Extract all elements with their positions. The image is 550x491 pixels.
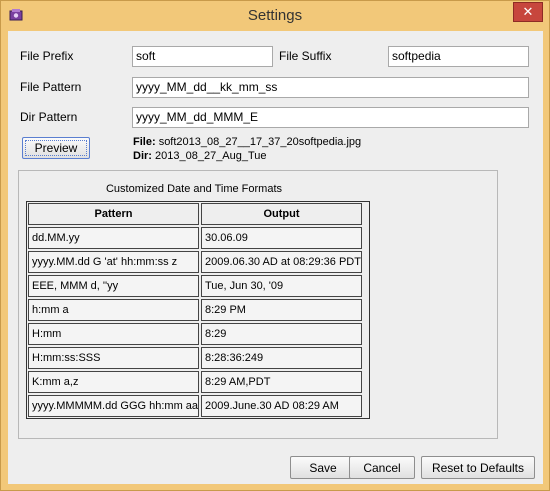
file-prefix-input[interactable]: soft: [132, 46, 273, 67]
table-row[interactable]: K:mm a,z 8:29 AM,PDT: [27, 370, 369, 394]
table-row[interactable]: yyyy.MM.dd G 'at' hh:mm:ss z 2009.06.30 …: [27, 250, 369, 274]
preview-dir-label: Dir:: [133, 150, 152, 162]
settings-window: Settings ✕ File Prefix soft File Suffix …: [0, 0, 550, 491]
table-row[interactable]: h:mm a 8:29 PM: [27, 298, 369, 322]
output-cell[interactable]: 8:29 AM,PDT: [201, 371, 362, 393]
preview-file-value: soft2013_08_27__17_37_20softpedia.jpg: [158, 136, 362, 148]
dir-pattern-label: Dir Pattern: [20, 110, 78, 124]
column-header-pattern: Pattern: [28, 203, 199, 225]
cancel-button[interactable]: Cancel: [349, 456, 415, 479]
output-cell[interactable]: 8:29: [201, 323, 362, 345]
output-cell[interactable]: 2009.06.30 AD at 08:29:36 PDT: [201, 251, 362, 273]
pattern-cell[interactable]: yyyy.MMMMM.dd GGG hh:mm aaa: [28, 395, 199, 417]
title-bar[interactable]: Settings ✕: [1, 1, 549, 31]
table-row[interactable]: H:mm:ss:SSS 8:28:36:249: [27, 346, 369, 370]
file-suffix-input[interactable]: softpedia: [388, 46, 529, 67]
save-button-label: Save: [309, 460, 337, 475]
save-button[interactable]: Save: [290, 456, 356, 479]
output-cell[interactable]: Tue, Jun 30, '09: [201, 275, 362, 297]
table-row[interactable]: dd.MM.yy 30.06.09: [27, 226, 369, 250]
preview-dir-value: 2013_08_27_Aug_Tue: [155, 150, 267, 162]
close-icon: ✕: [522, 4, 534, 20]
preview-info: File: soft2013_08_27__17_37_20softpedia.…: [133, 135, 361, 163]
reset-button-label: Reset to Defaults: [431, 460, 525, 475]
output-cell[interactable]: 8:28:36:249: [201, 347, 362, 369]
preview-file-label: File:: [133, 136, 156, 148]
reset-to-defaults-button[interactable]: Reset to Defaults: [421, 456, 535, 479]
output-cell[interactable]: 30.06.09: [201, 227, 362, 249]
pattern-cell[interactable]: yyyy.MM.dd G 'at' hh:mm:ss z: [28, 251, 199, 273]
output-cell[interactable]: 8:29 PM: [201, 299, 362, 321]
table-row[interactable]: H:mm 8:29: [27, 322, 369, 346]
file-suffix-label: File Suffix: [279, 49, 332, 63]
pattern-cell[interactable]: H:mm: [28, 323, 199, 345]
preview-button[interactable]: Preview: [22, 137, 90, 159]
close-button[interactable]: ✕: [513, 2, 543, 22]
file-pattern-input[interactable]: yyyy_MM_dd__kk_mm_ss: [132, 77, 529, 98]
pattern-cell[interactable]: EEE, MMM d, ''yy: [28, 275, 199, 297]
pattern-cell[interactable]: dd.MM.yy: [28, 227, 199, 249]
file-pattern-label: File Pattern: [20, 80, 82, 94]
formats-table: Pattern Output dd.MM.yy 30.06.09 yyyy.MM…: [26, 201, 370, 419]
pattern-cell[interactable]: H:mm:ss:SSS: [28, 347, 199, 369]
pattern-cell[interactable]: h:mm a: [28, 299, 199, 321]
cancel-button-label: Cancel: [363, 460, 401, 475]
table-row[interactable]: yyyy.MMMMM.dd GGG hh:mm aaa 2009.June.30…: [27, 394, 369, 418]
pattern-cell[interactable]: K:mm a,z: [28, 371, 199, 393]
file-prefix-label: File Prefix: [20, 49, 74, 63]
table-row[interactable]: EEE, MMM d, ''yy Tue, Jun 30, '09: [27, 274, 369, 298]
window-title: Settings: [247, 7, 303, 24]
formats-panel: Customized Date and Time Formats Pattern…: [18, 170, 498, 439]
formats-title: Customized Date and Time Formats: [105, 183, 283, 195]
dir-pattern-input[interactable]: yyyy_MM_dd_MMM_E: [132, 107, 529, 128]
output-cell[interactable]: 2009.June.30 AD 08:29 AM: [201, 395, 362, 417]
table-header-row: Pattern Output: [27, 202, 369, 226]
column-header-output: Output: [201, 203, 362, 225]
settings-content: File Prefix soft File Suffix softpedia F…: [8, 31, 543, 484]
preview-button-label: Preview: [34, 141, 78, 155]
